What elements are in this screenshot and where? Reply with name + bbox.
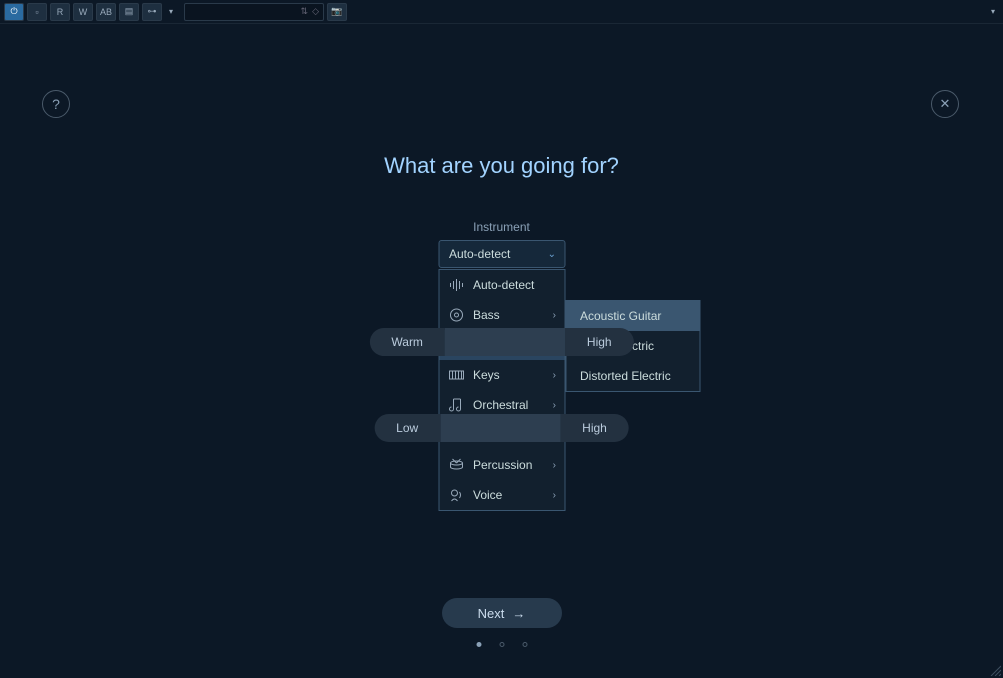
instrument-select-box[interactable]: Auto-detect ⌄: [438, 240, 565, 268]
chevron-down-icon: ⌄: [548, 249, 556, 260]
instrument-select: Auto-detect ⌄ Auto-detect Bass ›: [438, 240, 565, 268]
toolbar-menu-arrow[interactable]: ▾: [987, 3, 999, 21]
toolbar-btn-w[interactable]: W: [73, 3, 93, 21]
instrument-select-value: Auto-detect: [449, 247, 510, 261]
power-icon[interactable]: ⏻: [4, 3, 24, 21]
chevron-right-icon: ›: [553, 370, 556, 381]
keys-icon: [447, 366, 465, 384]
instrument-dropdown: Auto-detect Bass › Guitar › Key: [438, 269, 565, 511]
chevron-right-icon: ›: [553, 310, 556, 321]
help-button[interactable]: ?: [42, 90, 70, 118]
tone-mid[interactable]: [445, 328, 565, 356]
intensity-low[interactable]: Low: [374, 414, 440, 442]
dropdown-item-percussion[interactable]: Percussion ›: [439, 450, 564, 480]
waveform-icon: [447, 276, 465, 294]
dialog-panel: ? ✕ What are you going for? Instrument A…: [0, 28, 1003, 678]
chevron-right-icon: ›: [553, 400, 556, 411]
toolbar-btn-ab[interactable]: AB: [96, 3, 116, 21]
camera-icon[interactable]: 📷: [327, 3, 347, 21]
pager-dot-1[interactable]: [476, 642, 481, 647]
toolbar-btn-preset[interactable]: ⊶: [142, 3, 162, 21]
toolbar-dropdown-arrow[interactable]: ▾: [165, 3, 177, 21]
top-toolbar: ⏻ ▫ R W AB ▤ ⊶ ▾ ⇅ ◇ 📷 ▾: [0, 0, 1003, 24]
dialog-title: What are you going for?: [0, 153, 1003, 179]
close-icon: ✕: [940, 96, 951, 112]
toolbar-btn-list[interactable]: ▤: [119, 3, 139, 21]
toolbar-btn-view[interactable]: ▫: [27, 3, 47, 21]
dropdown-item-autodetect[interactable]: Auto-detect: [439, 270, 564, 300]
toolbar-btn-r[interactable]: R: [50, 3, 70, 21]
submenu-item-distorted[interactable]: Distorted Electric: [566, 361, 699, 391]
orchestral-icon: [447, 396, 465, 414]
updown-icon: ⇅: [301, 6, 309, 17]
instrument-label: Instrument: [0, 220, 1003, 234]
intensity-mid[interactable]: [440, 414, 560, 442]
percussion-icon: [447, 456, 465, 474]
intensity-toggle: Low High: [374, 414, 629, 442]
dropdown-item-keys[interactable]: Keys ›: [439, 360, 564, 390]
dropdown-item-voice[interactable]: Voice ›: [439, 480, 564, 510]
pager-dot-2[interactable]: [499, 642, 504, 647]
close-button[interactable]: ✕: [931, 90, 959, 118]
next-button[interactable]: Next →: [442, 598, 562, 628]
chevron-right-icon: ›: [553, 460, 556, 471]
submenu-item-acoustic[interactable]: Acoustic Guitar: [566, 301, 699, 331]
tone-high[interactable]: High: [565, 328, 634, 356]
voice-icon: [447, 486, 465, 504]
question-icon: ?: [52, 96, 60, 112]
toolbar-preset-field[interactable]: ⇅ ◇: [184, 3, 324, 21]
intensity-high[interactable]: High: [560, 414, 629, 442]
step-pager: [476, 642, 527, 647]
resize-grip-icon[interactable]: [989, 664, 1001, 676]
dropdown-item-bass[interactable]: Bass ›: [439, 300, 564, 330]
pager-dot-3[interactable]: [522, 642, 527, 647]
bass-icon: [447, 306, 465, 324]
chevron-right-icon: ›: [553, 490, 556, 501]
diamond-icon: ◇: [312, 6, 319, 17]
tone-toggle: Warm High: [369, 328, 633, 356]
tone-warm[interactable]: Warm: [369, 328, 445, 356]
arrow-right-icon: →: [512, 606, 525, 621]
